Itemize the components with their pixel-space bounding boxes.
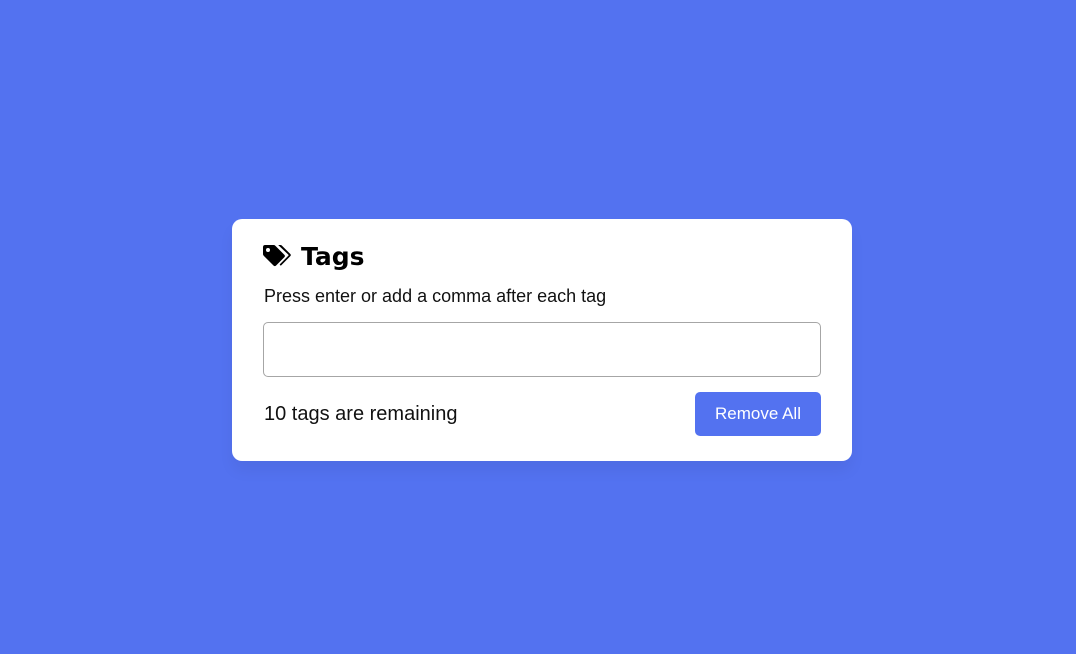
instructions-text: Press enter or add a comma after each ta…	[264, 286, 607, 306]
tags-input-container[interactable]	[263, 322, 821, 377]
tag-input[interactable]	[276, 333, 808, 366]
remaining-tags-text: 10 tags are remaining	[264, 403, 458, 425]
card-title: Tags	[301, 242, 365, 271]
remove-all-button[interactable]: Remove All	[695, 392, 821, 436]
tags-icon	[263, 245, 291, 269]
tags-card: Tags Press enter or add a comma after ea…	[232, 219, 852, 461]
card-header: Tags	[263, 243, 364, 271]
